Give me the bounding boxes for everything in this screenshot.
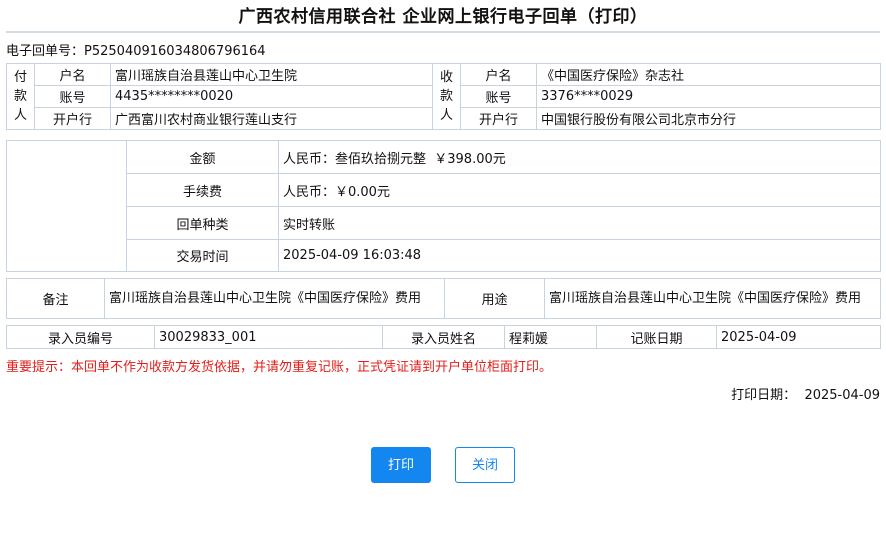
operator-name-label: 录入员姓名	[382, 325, 505, 349]
page-title: 广西农村信用联合社 企业网上银行电子回单（打印）	[238, 7, 648, 27]
payee-name: 《中国医疗保险》杂志社	[536, 63, 881, 86]
receipt-number-value: P525040916034806796164	[84, 44, 266, 59]
remark-value: 富川瑶族自治县莲山中心卫生院《中国医疗保险》费用	[104, 278, 445, 319]
operator-id-label: 录入员编号	[6, 325, 155, 349]
amount-label: 金额	[126, 140, 279, 174]
print-date-label: 打印日期：	[731, 388, 797, 403]
payer-bank: 广西富川农村商业银行莲山支行	[110, 107, 433, 130]
amount-value: 人民币：叁佰玖拾捌元整 ￥398.00元	[278, 140, 881, 174]
payer-name: 富川瑶族自治县莲山中心卫生院	[110, 63, 433, 86]
operator-table: 录入员编号 30029833_001 录入员姓名 程莉媛 记账日期 2025-0…	[6, 325, 881, 349]
payee-side-label: 收款人	[432, 63, 461, 130]
receipt-number: 电子回单号：P525040916034806796164	[6, 40, 266, 59]
purpose-label: 用途	[444, 278, 545, 319]
purpose-value: 富川瑶族自治县莲山中心卫生院《中国医疗保险》费用	[544, 278, 881, 319]
posting-date: 2025-04-09	[716, 325, 881, 349]
payer-account-label: 账号	[34, 85, 111, 108]
receipt-type-label: 回单种类	[126, 206, 279, 240]
operator-id: 30029833_001	[154, 325, 383, 349]
payer-account: 4435********0020	[110, 85, 433, 108]
receipt-number-label: 电子回单号：	[6, 44, 85, 59]
title-divider	[6, 31, 880, 33]
payer-side-label: 付款人	[6, 63, 35, 130]
print-date-value: 2025-04-09	[804, 388, 880, 403]
posting-date-label: 记账日期	[596, 325, 717, 349]
amount-table: 金额 人民币：叁佰玖拾捌元整 ￥398.00元 手续费 人民币：￥0.00元 回…	[6, 140, 881, 272]
remark-label: 备注	[6, 278, 105, 319]
payer-name-label: 户名	[34, 63, 111, 86]
remark-table: 备注 富川瑶族自治县莲山中心卫生院《中国医疗保险》费用 用途 富川瑶族自治县莲山…	[6, 278, 881, 319]
operator-name: 程莉媛	[504, 325, 597, 349]
amount-blank-cell	[6, 140, 127, 272]
payee-bank-label: 开户行	[460, 107, 537, 130]
payee-name-label: 户名	[460, 63, 537, 86]
party-table: 付款人 户名 富川瑶族自治县莲山中心卫生院 收款人 户名 《中国医疗保险》杂志社…	[6, 63, 881, 130]
payee-account-label: 账号	[460, 85, 537, 108]
fee-label: 手续费	[126, 173, 279, 207]
payer-bank-label: 开户行	[34, 107, 111, 130]
fee-value: 人民币：￥0.00元	[278, 173, 881, 207]
transaction-time-value: 2025-04-09 16:03:48	[278, 239, 881, 272]
receipt-type-value: 实时转账	[278, 206, 881, 240]
transaction-time-label: 交易时间	[126, 239, 279, 272]
close-button[interactable]: 关闭	[455, 447, 515, 483]
print-button[interactable]: 打印	[371, 447, 431, 483]
payee-account: 3376****0029	[536, 85, 881, 108]
print-date: 打印日期： 2025-04-09	[731, 384, 880, 403]
important-notice: 重要提示：本回单不作为收款方发货依据，并请勿重复记账，正式凭证请到开户单位柜面打…	[6, 360, 553, 375]
payee-bank: 中国银行股份有限公司北京市分行	[536, 107, 881, 130]
